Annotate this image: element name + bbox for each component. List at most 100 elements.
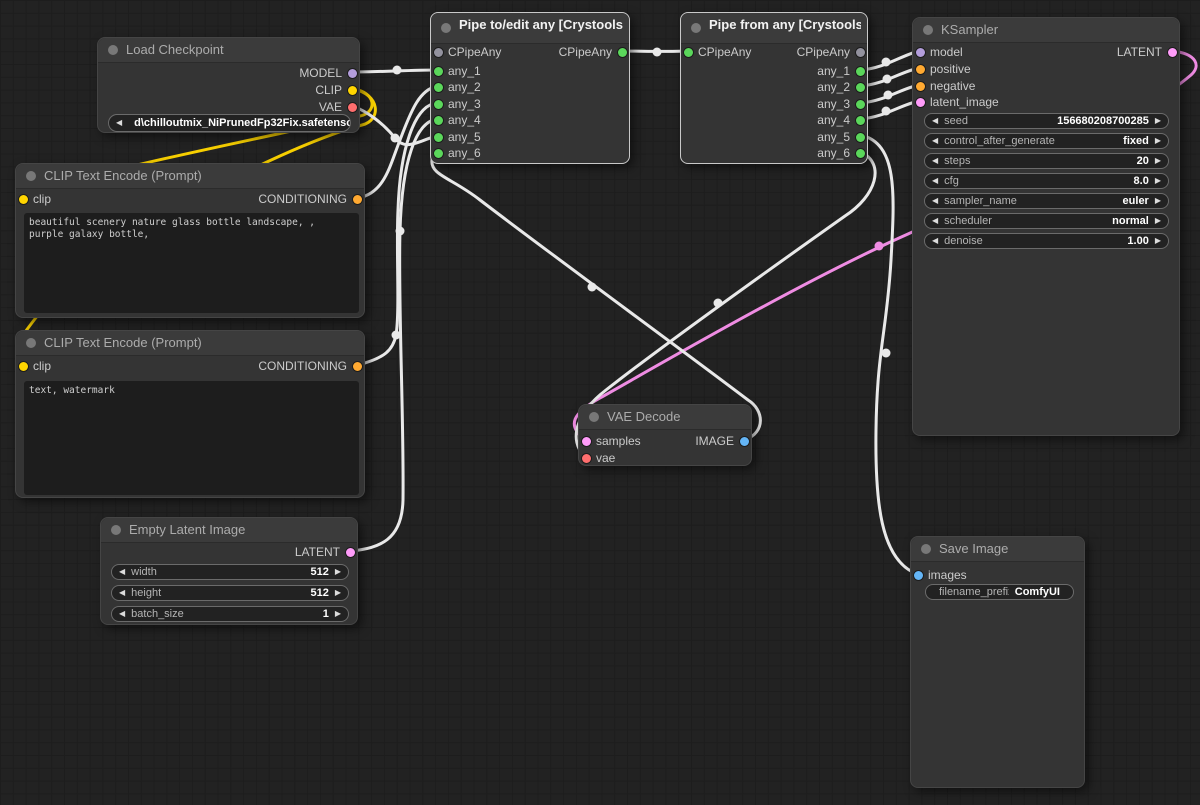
slot-dot-negative-icon[interactable] — [916, 82, 925, 91]
slot-dot-any_4-icon[interactable] — [856, 116, 865, 125]
reroute-dot-cpipe-to-cpipe[interactable] — [653, 48, 662, 57]
slot-dot-clip-icon[interactable] — [348, 86, 357, 95]
slot-dot-latent_image-icon[interactable] — [916, 98, 925, 107]
collapse-dot-icon[interactable] — [26, 338, 36, 348]
slot-dot-any_1-icon[interactable] — [434, 67, 443, 76]
reroute-dot-any3-to-negative[interactable] — [884, 91, 893, 100]
slot-dot-conditioning-icon[interactable] — [353, 362, 362, 371]
node-header[interactable]: Pipe from any [Crystools] — [681, 13, 867, 44]
increment-arrow-icon[interactable]: ▶ — [335, 589, 341, 597]
decrement-arrow-icon[interactable]: ◀ — [119, 568, 125, 576]
slot-dot-any_1-icon[interactable] — [856, 67, 865, 76]
slot-dot-cpipeany-icon[interactable] — [856, 48, 865, 57]
reroute-dot-vae-to-any5[interactable] — [391, 134, 400, 143]
node-header[interactable]: Empty Latent Image — [101, 518, 357, 543]
slot-dot-any_2-icon[interactable] — [856, 83, 865, 92]
widget-seed[interactable]: ◀seed156680208700285▶ — [924, 113, 1169, 129]
widget-batch_size[interactable]: ◀batch_size1▶ — [111, 606, 349, 622]
node-header[interactable]: Pipe to/edit any [Crystools] — [431, 13, 629, 44]
widget-width[interactable]: ◀width512▶ — [111, 564, 349, 580]
collapse-dot-icon[interactable] — [921, 544, 931, 554]
decrement-arrow-icon[interactable]: ◀ — [932, 217, 938, 225]
decrement-arrow-icon[interactable]: ◀ — [932, 137, 938, 145]
decrement-arrow-icon[interactable]: ◀ — [119, 589, 125, 597]
slot-dot-vae-icon[interactable] — [582, 454, 591, 463]
collapse-dot-icon[interactable] — [441, 23, 451, 33]
node-pipe-to-edit-any[interactable]: Pipe to/edit any [Crystools] CPipeAnyany… — [430, 12, 630, 164]
decrement-arrow-icon[interactable]: ◀ — [119, 610, 125, 618]
reroute-dot-any2-to-positive[interactable] — [883, 75, 892, 84]
node-header[interactable]: VAE Decode — [579, 405, 751, 430]
slot-dot-latent-icon[interactable] — [1168, 48, 1177, 57]
slot-dot-any_3-icon[interactable] — [856, 100, 865, 109]
widget-steps[interactable]: ◀steps20▶ — [924, 153, 1169, 169]
increment-arrow-icon[interactable]: ▶ — [335, 610, 341, 618]
collapse-dot-icon[interactable] — [691, 23, 701, 33]
decrement-arrow-icon[interactable]: ◀ — [932, 197, 938, 205]
prompt-textarea[interactable]: beautiful scenery nature glass bottle la… — [24, 213, 359, 313]
collapse-dot-icon[interactable] — [111, 525, 121, 535]
node-header[interactable]: CLIP Text Encode (Prompt) — [16, 331, 364, 356]
node-vae-decode[interactable]: VAE Decode samplesvaeIMAGE — [578, 404, 752, 466]
slot-dot-any_4-icon[interactable] — [434, 116, 443, 125]
slot-dot-conditioning-icon[interactable] — [353, 195, 362, 204]
node-header[interactable]: KSampler — [913, 18, 1179, 43]
node-save-image[interactable]: Save Image imagesfilename_prefixComfyUI — [910, 536, 1085, 788]
slot-dot-model-icon[interactable] — [348, 69, 357, 78]
reroute-dot-model-to-any1[interactable] — [393, 66, 402, 75]
slot-dot-images-icon[interactable] — [914, 571, 923, 580]
reroute-dot-latent-to-samples[interactable] — [875, 242, 884, 251]
increment-arrow-icon[interactable]: ▶ — [335, 568, 341, 576]
collapse-dot-icon[interactable] — [26, 171, 36, 181]
node-header[interactable]: Load Checkpoint — [98, 38, 359, 63]
widget-filename_prefix[interactable]: filename_prefixComfyUI — [925, 584, 1074, 600]
widget-value[interactable]: ◀d\chilloutmix_NiPrunedFp32Fix.safetenso… — [108, 114, 351, 132]
increment-arrow-icon[interactable]: ▶ — [1155, 157, 1161, 165]
increment-arrow-icon[interactable]: ▶ — [1155, 217, 1161, 225]
slot-dot-any_3-icon[interactable] — [434, 100, 443, 109]
slot-dot-image-icon[interactable] — [740, 437, 749, 446]
reroute-dot-any6-to-vae[interactable] — [714, 299, 723, 308]
node-header[interactable]: Save Image — [911, 537, 1084, 562]
reroute-dot-any1-to-model[interactable] — [882, 58, 891, 67]
slot-dot-any_6-icon[interactable] — [434, 149, 443, 158]
widget-denoise[interactable]: ◀denoise1.00▶ — [924, 233, 1169, 249]
increment-arrow-icon[interactable]: ▶ — [1155, 177, 1161, 185]
decrement-arrow-icon[interactable]: ◀ — [932, 117, 938, 125]
reroute-dot-image-to-any6[interactable] — [588, 283, 597, 292]
collapse-dot-icon[interactable] — [108, 45, 118, 55]
increment-arrow-icon[interactable]: ▶ — [1155, 197, 1161, 205]
node-header[interactable]: CLIP Text Encode (Prompt) — [16, 164, 364, 189]
widget-sampler_name[interactable]: ◀sampler_nameeuler▶ — [924, 193, 1169, 209]
decrement-arrow-icon[interactable]: ◀ — [116, 119, 122, 127]
reroute-dot-latent-to-any4[interactable] — [396, 227, 405, 236]
widget-scheduler[interactable]: ◀schedulernormal▶ — [924, 213, 1169, 229]
collapse-dot-icon[interactable] — [923, 25, 933, 35]
decrement-arrow-icon[interactable]: ◀ — [932, 237, 938, 245]
node-pipe-from-any[interactable]: Pipe from any [Crystools] CPipeAnyCPipeA… — [680, 12, 868, 164]
increment-arrow-icon[interactable]: ▶ — [1155, 137, 1161, 145]
widget-control_after_generate[interactable]: ◀control_after_generatefixed▶ — [924, 133, 1169, 149]
decrement-arrow-icon[interactable]: ◀ — [932, 177, 938, 185]
slot-dot-latent-icon[interactable] — [346, 548, 355, 557]
slot-dot-any_5-icon[interactable] — [856, 133, 865, 142]
node-load-checkpoint[interactable]: Load Checkpoint MODELCLIPVAE◀d\chilloutm… — [97, 37, 360, 133]
reroute-dot-any4-to-latent-image[interactable] — [882, 107, 891, 116]
slot-dot-vae-icon[interactable] — [348, 103, 357, 112]
node-clip-text-encode-negative[interactable]: CLIP Text Encode (Prompt) clipCONDITIONI… — [15, 330, 365, 498]
collapse-dot-icon[interactable] — [589, 412, 599, 422]
increment-arrow-icon[interactable]: ▶ — [1155, 237, 1161, 245]
reroute-dot-any5-to-images[interactable] — [882, 349, 891, 358]
decrement-arrow-icon[interactable]: ◀ — [932, 157, 938, 165]
comfyui-canvas[interactable]: { "app": "ComfyUI node graph", "colors":… — [0, 0, 1200, 805]
node-clip-text-encode-positive[interactable]: CLIP Text Encode (Prompt) clipCONDITIONI… — [15, 163, 365, 318]
prompt-textarea[interactable]: text, watermark — [24, 381, 359, 495]
slot-dot-cpipeany-icon[interactable] — [618, 48, 627, 57]
slot-dot-any_5-icon[interactable] — [434, 133, 443, 142]
slot-dot-any_2-icon[interactable] — [434, 83, 443, 92]
slot-dot-positive-icon[interactable] — [916, 65, 925, 74]
widget-height[interactable]: ◀height512▶ — [111, 585, 349, 601]
node-ksampler[interactable]: KSampler modelpositivenegativelatent_ima… — [912, 17, 1180, 436]
increment-arrow-icon[interactable]: ▶ — [1155, 117, 1161, 125]
widget-cfg[interactable]: ◀cfg8.0▶ — [924, 173, 1169, 189]
